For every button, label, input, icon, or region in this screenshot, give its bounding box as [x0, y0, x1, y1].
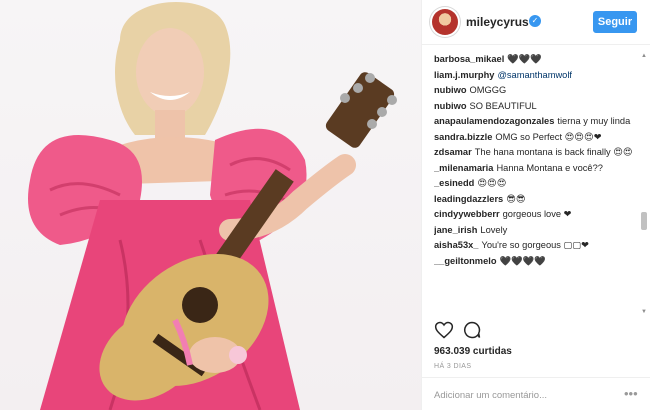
comment: __geiltonmelo 🖤🖤🖤🖤 — [434, 254, 634, 270]
comment: sandra.bizzle OMG so Perfect 😍😍😍❤ — [434, 130, 634, 146]
comments-scrollbar[interactable]: ▲ ▼ — [640, 52, 648, 316]
more-options-icon[interactable]: ••• — [624, 386, 638, 401]
comment: liam.j.murphy @samanthamwolf — [434, 68, 634, 84]
comment: aisha53x_ You're so gorgeous ▢▢❤ — [434, 238, 634, 254]
comment: _milenamaria Hanna Montana e você?? — [434, 161, 634, 177]
comment-user[interactable]: liam.j.murphy — [434, 70, 494, 80]
post-photo[interactable] — [0, 0, 421, 410]
comment-user[interactable]: nubiwo — [434, 85, 467, 95]
comment-user[interactable]: anapaulamendozagonzales — [434, 116, 554, 126]
scrollbar-thumb[interactable] — [641, 212, 647, 230]
comment: nubiwo OMGGG — [434, 83, 634, 99]
comment-text: OMG so Perfect 😍😍😍❤ — [495, 131, 602, 142]
comment-icon[interactable] — [462, 320, 482, 340]
comment-user[interactable]: aisha53x_ — [434, 240, 478, 250]
post-date: HÁ 3 DIAS — [434, 363, 472, 370]
instagram-post: mileycyrus ✓ Seguir barbosa_mikael 🖤🖤🖤 li… — [0, 0, 650, 410]
verified-badge-icon: ✓ — [529, 15, 541, 27]
comment-text: 😍😍😍 — [477, 178, 507, 188]
post-sidebar: mileycyrus ✓ Seguir barbosa_mikael 🖤🖤🖤 li… — [421, 0, 650, 410]
add-comment-bar: Adicionar um comentário... ••• — [422, 377, 650, 411]
comment-user[interactable]: _milenamaria — [434, 163, 493, 173]
comment-user[interactable]: cindyywebberr — [434, 209, 500, 219]
comment-user[interactable]: barbosa_mikael — [434, 54, 504, 64]
comment-text: 🖤🖤🖤🖤 — [499, 255, 546, 266]
comment-text: SO BEAUTIFUL — [469, 100, 537, 111]
comment-text: You're so gorgeous ▢▢❤ — [481, 240, 589, 250]
comment: _esinedd 😍😍😍 — [434, 176, 634, 192]
comment-input[interactable]: Adicionar um comentário... — [434, 390, 547, 401]
comment-user[interactable]: sandra.bizzle — [434, 132, 492, 142]
comment: jane_irish Lovely — [434, 223, 634, 239]
comment: leadingdazzlers 😎😎 — [434, 192, 634, 208]
comment-text: tierna y muy linda — [557, 116, 631, 126]
comment-text: Lovely — [480, 224, 508, 235]
scroll-up-icon[interactable]: ▲ — [640, 52, 648, 60]
comment-text: gorgeous love ❤ — [502, 209, 572, 219]
comment-list[interactable]: barbosa_mikael 🖤🖤🖤 liam.j.murphy @samantha… — [434, 52, 634, 316]
comment-user[interactable]: zdsamar — [434, 147, 472, 157]
comment: zdsamar The hana montana is back finally … — [434, 145, 634, 161]
comment: barbosa_mikael 🖤🖤🖤 — [434, 52, 634, 68]
username[interactable]: mileycyrus — [466, 15, 529, 29]
comment-user[interactable]: leadingdazzlers — [434, 194, 503, 204]
comment: cindyywebberr gorgeous love ❤ — [434, 207, 634, 223]
heart-icon[interactable] — [434, 320, 454, 340]
post-header: mileycyrus ✓ Seguir — [422, 0, 650, 45]
comment: nubiwo SO BEAUTIFUL — [434, 99, 634, 115]
scroll-down-icon[interactable]: ▼ — [640, 308, 648, 316]
likes-count[interactable]: 963.039 curtidas — [434, 346, 512, 357]
comment-text: The hana montana is back finally 😍😍 — [474, 147, 633, 157]
comment-user[interactable]: __geiltonmelo — [434, 256, 497, 266]
comment-user[interactable]: _esinedd — [434, 178, 474, 188]
avatar[interactable] — [432, 9, 458, 35]
comment-text: 😎😎 — [506, 193, 526, 204]
comment-user[interactable]: nubiwo — [434, 101, 467, 111]
comment-text: OMGGG — [469, 85, 507, 95]
comment-text: Hanna Montana e você?? — [496, 162, 603, 173]
comment-mention[interactable]: @samanthamwolf — [497, 70, 572, 80]
photo-illustration — [28, 2, 397, 410]
comment-text: 🖤🖤🖤 — [507, 54, 543, 64]
comment-user[interactable]: jane_irish — [434, 225, 477, 235]
comment: anapaulamendozagonzales tierna y muy lind… — [434, 114, 634, 130]
follow-button[interactable]: Seguir — [593, 11, 637, 33]
